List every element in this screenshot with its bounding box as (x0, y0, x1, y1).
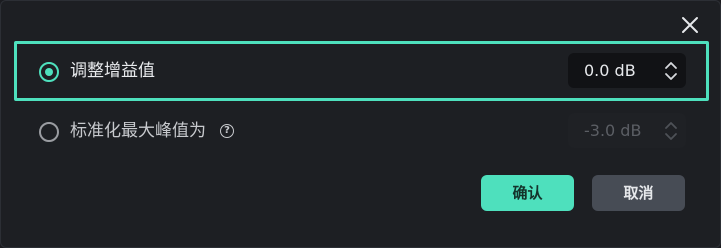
close-icon (682, 17, 698, 33)
adjust-gain-label: 调整增益值 (70, 61, 155, 81)
adjust-gain-radio[interactable] (39, 62, 59, 82)
option-adjust-gain[interactable]: 调整增益值 0.0 dB (14, 41, 709, 101)
gain-value-stepper[interactable]: 0.0 dB (568, 53, 686, 88)
gain-dialog: 调整增益值 0.0 dB 标准化最大峰值为 ? -3.0 dB 确认 取消 (0, 0, 721, 248)
normalize-peak-label: 标准化最大峰值为 (70, 121, 206, 141)
peak-value-stepper: -3.0 dB (568, 113, 686, 148)
cancel-button[interactable]: 取消 (592, 175, 685, 211)
close-button[interactable] (679, 14, 701, 36)
gain-value[interactable]: 0.0 dB (584, 60, 636, 81)
stepper-arrows-icon[interactable] (664, 61, 678, 81)
peak-value: -3.0 dB (584, 121, 642, 140)
help-circle-icon[interactable]: ? (220, 124, 234, 138)
stepper-arrows-icon (664, 121, 678, 141)
confirm-button[interactable]: 确认 (481, 175, 574, 211)
normalize-peak-radio[interactable] (39, 122, 59, 142)
option-normalize-peak[interactable]: 标准化最大峰值为 ? -3.0 dB (14, 101, 709, 161)
